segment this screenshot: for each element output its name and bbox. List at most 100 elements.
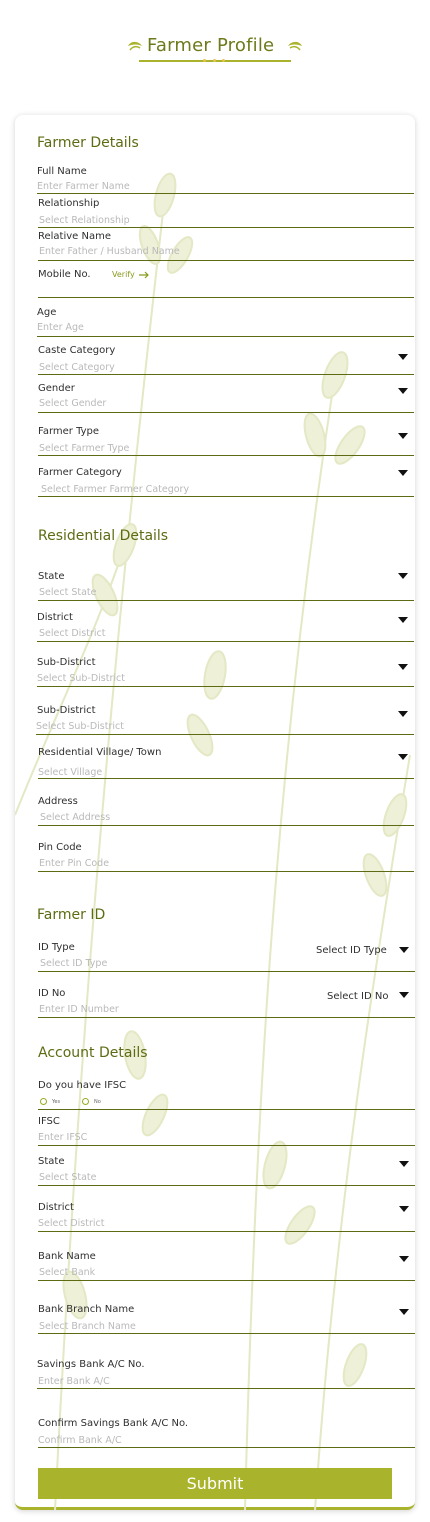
id-no-select[interactable]: ID No Enter ID Number Select ID No [38,987,415,1018]
relationship-placeholder: Select Relationship [39,215,130,226]
relative-name-field[interactable]: Relative Name Enter Father / Husband Nam… [38,230,414,261]
id-type-label: ID Type [38,942,75,953]
residential-district-placeholder: Select District [39,628,106,639]
sub-district-select-2[interactable]: Sub-District Select Sub-District [36,704,414,735]
bank-state-placeholder: Select State [39,1172,97,1183]
farmer-category-placeholder: Select Farmer Farmer Category [41,484,190,495]
village-select[interactable]: Residential Village/ Town Select Village [38,746,414,779]
farmer-category-select[interactable]: Farmer Category Select Farmer Farmer Cat… [38,466,414,497]
radio-yes[interactable] [40,1098,47,1105]
age-label: Age [37,307,57,318]
address-placeholder: Select Address [40,812,111,823]
ifsc-question-label: Do you have IFSC [38,1080,127,1091]
chevron-down-icon[interactable] [399,947,409,953]
full-name-field[interactable]: Full Name Enter Farmer Name [37,164,414,194]
section-title-account-details: Account Details [38,1045,148,1061]
gender-label: Gender [38,383,75,394]
sub-district-placeholder-1: Select Sub-District [37,673,125,684]
id-type-placeholder: Select ID Type [40,958,108,969]
relative-name-label: Relative Name [38,231,112,242]
chevron-down-icon[interactable] [398,711,408,717]
leaf-left-icon [128,41,142,51]
arrow-right-icon[interactable] [139,271,149,279]
pin-code-field[interactable]: Pin Code Enter Pin Code [38,841,414,872]
title-wrap: Farmer Profile [125,30,305,70]
chevron-down-icon[interactable] [399,1206,409,1212]
village-label: Residential Village/ Town [38,747,162,758]
bank-branch-select[interactable]: Bank Branch Name Select Branch Name [38,1303,415,1334]
residential-state-select[interactable]: State Select State [38,570,414,601]
radio-no-label: No [94,1099,101,1105]
id-type-selected: Select ID Type [316,945,387,956]
full-name-placeholder: Enter Farmer Name [37,181,130,192]
chevron-down-icon[interactable] [398,664,408,670]
ifsc-label: IFSC [38,1116,60,1127]
mobile-field[interactable]: Mobile No. Verify [38,266,414,298]
bank-state-select[interactable]: State Select State [38,1155,415,1186]
bank-branch-placeholder: Select Branch Name [39,1321,136,1332]
chevron-down-icon[interactable] [399,1256,409,1262]
id-no-placeholder: Enter ID Number [39,1004,119,1015]
account-number-placeholder: Enter Bank A/C [38,1376,110,1387]
gender-select[interactable]: Gender Select Gender [38,382,414,413]
ifsc-question-field: Do you have IFSC Yes No [38,1079,415,1110]
address-field[interactable]: Address Select Address [38,795,414,826]
village-placeholder: Select Village [38,767,103,778]
radio-yes-label: Yes [52,1099,61,1105]
residential-district-label: District [37,612,73,623]
caste-category-select[interactable]: Caste Category Select Category [38,344,414,375]
relationship-field[interactable]: Relationship Select Relationship [38,197,414,228]
address-label: Address [38,796,78,807]
residential-district-select[interactable]: District Select District [37,611,414,642]
ifsc-field[interactable]: IFSC Enter IFSC [38,1115,415,1146]
confirm-account-number-label: Confirm Savings Bank A/C No. [38,1418,189,1429]
farmer-type-label: Farmer Type [38,426,100,437]
relative-name-placeholder: Enter Father / Husband Name [39,246,180,257]
account-number-field[interactable]: Savings Bank A/C No. Enter Bank A/C [37,1358,415,1389]
bank-name-label: Bank Name [38,1251,96,1262]
ifsc-placeholder: Enter IFSC [38,1132,88,1143]
bank-district-select[interactable]: District Select District [38,1201,415,1232]
bank-name-select[interactable]: Bank Name Select Bank [38,1250,415,1281]
leaf-right-icon [288,41,302,51]
bank-branch-label: Bank Branch Name [38,1304,135,1315]
bank-name-placeholder: Select Bank [39,1267,96,1278]
section-title-residential-details: Residential Details [38,528,169,544]
caste-category-label: Caste Category [38,345,116,356]
chevron-down-icon[interactable] [398,754,408,760]
bank-district-placeholder: Select District [38,1218,105,1229]
chevron-down-icon[interactable] [399,1309,409,1315]
chevron-down-icon[interactable] [398,433,408,439]
sub-district-label-1: Sub-District [37,657,96,668]
chevron-down-icon[interactable] [398,354,408,360]
farmer-type-placeholder: Select Farmer Type [39,443,130,454]
confirm-account-number-field[interactable]: Confirm Savings Bank A/C No. Confirm Ban… [38,1417,415,1448]
chevron-down-icon[interactable] [398,470,408,476]
age-field[interactable]: Age Enter Age [37,306,414,337]
chevron-down-icon[interactable] [399,1161,409,1167]
age-placeholder: Enter Age [37,322,84,333]
submit-button[interactable]: Submit [38,1468,392,1499]
chevron-down-icon[interactable] [399,992,409,998]
chevron-down-icon[interactable] [398,617,408,623]
caste-category-placeholder: Select Category [39,362,115,373]
chevron-down-icon[interactable] [398,573,408,579]
page-header: Farmer Profile [0,0,430,110]
section-title-farmer-details: Farmer Details [37,135,139,151]
pin-code-placeholder: Enter Pin Code [39,858,110,869]
verify-link[interactable]: Verify [112,270,135,279]
sub-district-label-2: Sub-District [37,705,96,716]
radio-no[interactable] [82,1098,89,1105]
section-title-farmer-id: Farmer ID [37,907,106,923]
full-name-label: Full Name [37,166,87,177]
title-dots [203,59,225,63]
page-title: Farmer Profile [147,35,275,56]
account-number-label: Savings Bank A/C No. [37,1359,145,1370]
farmer-type-select[interactable]: Farmer Type Select Farmer Type [38,425,414,456]
id-type-select[interactable]: ID Type Select ID Type Select ID Type [38,941,415,972]
chevron-down-icon[interactable] [398,388,408,394]
sub-district-select-1[interactable]: Sub-District Select Sub-District [37,656,414,687]
pin-code-label: Pin Code [38,842,82,853]
bank-district-label: District [38,1202,74,1213]
id-no-selected: Select ID No [327,991,389,1002]
